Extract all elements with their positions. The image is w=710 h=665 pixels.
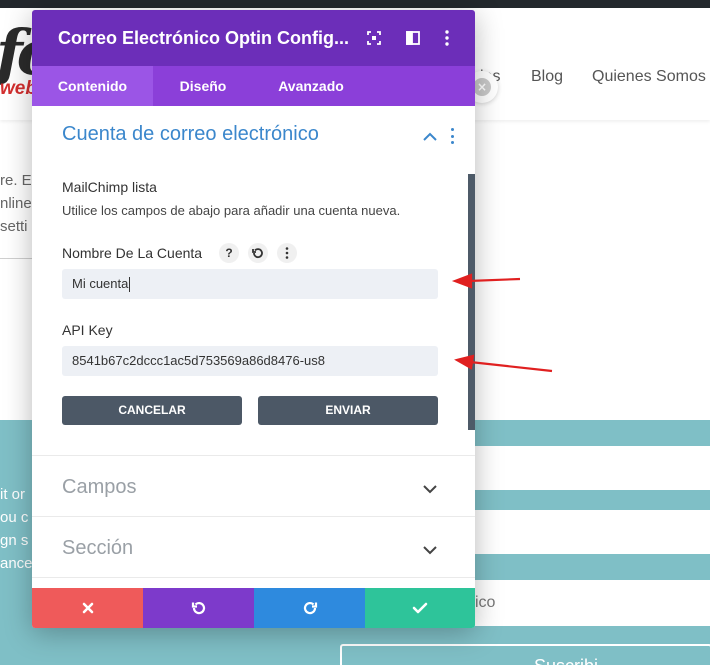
annotation-arrows <box>451 273 553 373</box>
annotation-arrow-name <box>451 273 521 289</box>
annotation-arrow-api <box>454 354 553 373</box>
